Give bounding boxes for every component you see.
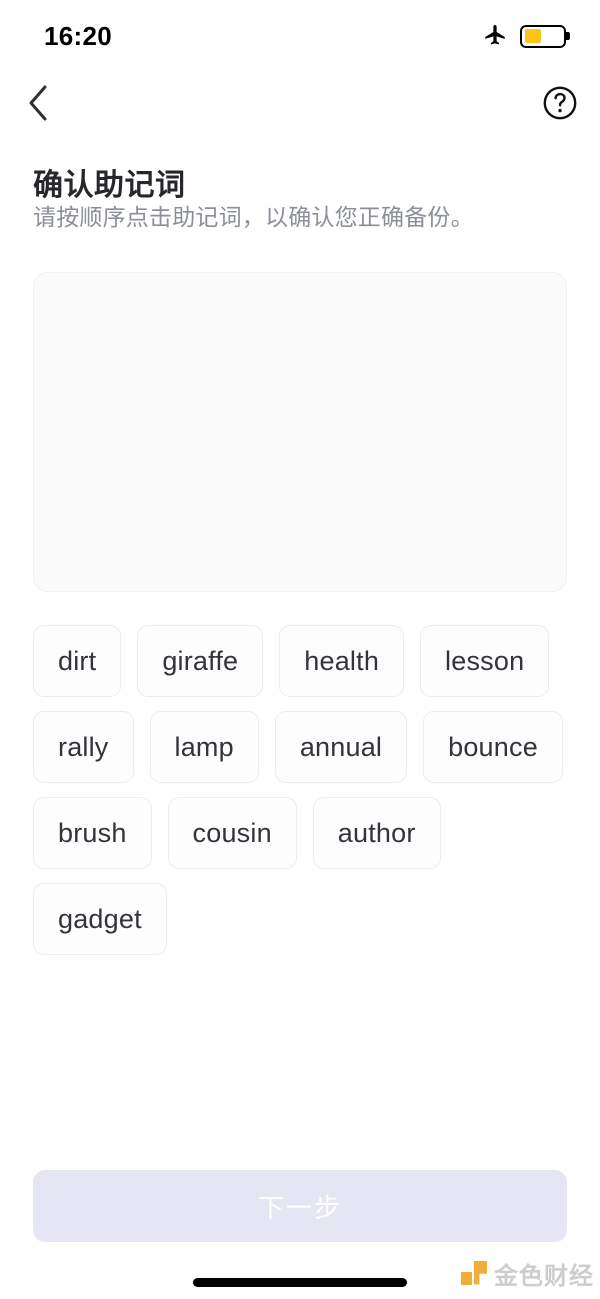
word-chip[interactable]: author: [312, 797, 441, 869]
back-button[interactable]: [12, 79, 64, 131]
help-button[interactable]: [534, 79, 586, 131]
word-chip[interactable]: rally: [33, 711, 134, 783]
chevron-left-icon: [25, 83, 51, 128]
status-time: 16:20: [44, 20, 112, 51]
word-chip[interactable]: annual: [274, 711, 408, 783]
word-chip[interactable]: giraffe: [137, 625, 264, 697]
nav-bar: [0, 72, 600, 138]
word-chip[interactable]: lesson: [420, 625, 550, 697]
watermark-text: 金色财经: [494, 1263, 594, 1290]
watermark: 金色财经: [461, 1256, 594, 1291]
word-chip[interactable]: health: [279, 625, 405, 697]
status-bar: 16:20: [0, 0, 600, 72]
status-indicators: [482, 21, 566, 52]
airplane-mode-icon: [482, 21, 508, 52]
word-chip[interactable]: cousin: [167, 797, 297, 869]
selected-words-area[interactable]: [33, 272, 567, 592]
app-screen: 16:20 确认助记词 请按顺序点击助记词，以确认您正确备份。 dirt gir…: [0, 0, 600, 1299]
word-chip[interactable]: brush: [33, 797, 152, 869]
battery-icon: [520, 24, 566, 48]
page-subtitle: 请按顺序点击助记词，以确认您正确备份。: [33, 204, 474, 230]
home-indicator: [193, 1278, 407, 1287]
question-mark-circle-icon: [542, 85, 578, 126]
word-bank: dirt giraffe health lesson rally lamp annual bo…: [33, 625, 567, 955]
word-chip[interactable]: lamp: [149, 711, 259, 783]
word-chip[interactable]: bounce: [423, 711, 563, 783]
jinse-logo-icon: [461, 1260, 487, 1287]
next-button[interactable]: 下一步: [33, 1170, 567, 1242]
page-title: 确认助记词: [33, 169, 186, 202]
word-chip[interactable]: dirt: [33, 625, 122, 697]
word-chip[interactable]: gadget: [33, 883, 167, 955]
